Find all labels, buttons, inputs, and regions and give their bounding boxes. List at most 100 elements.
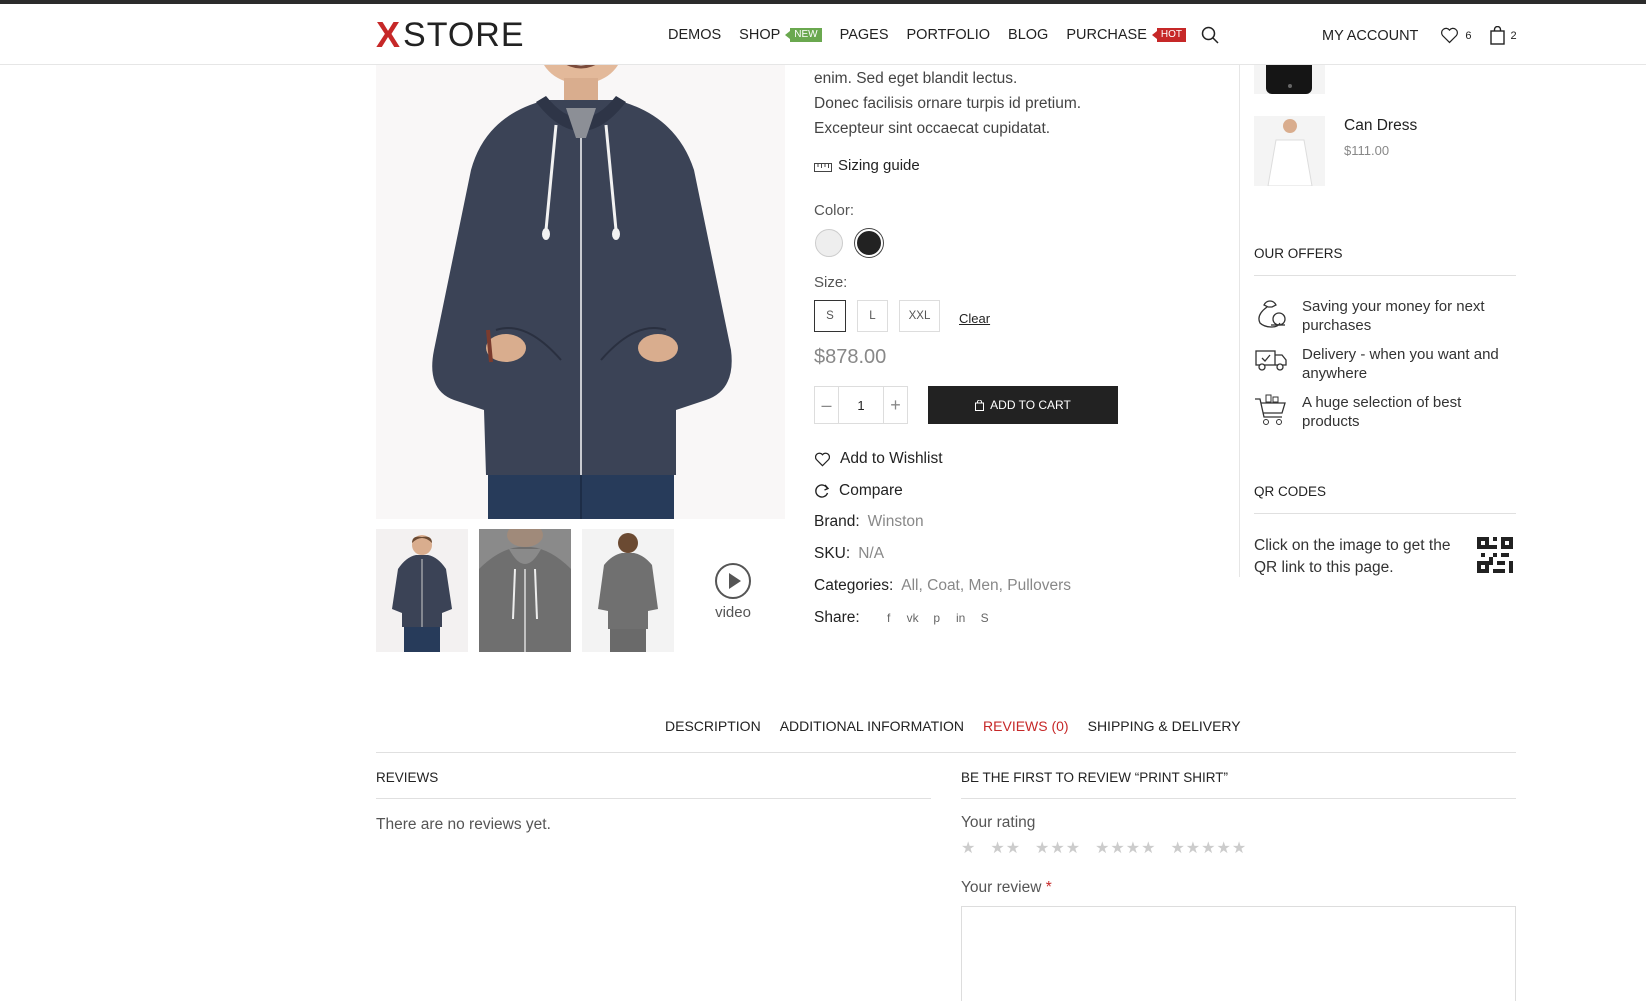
- size-option-l[interactable]: L: [857, 300, 888, 332]
- site-logo[interactable]: X STORE: [376, 14, 525, 55]
- sidebar-divider: [1239, 65, 1240, 577]
- desc-line: Excepteur sint occaecat cupidatat.: [814, 120, 1051, 137]
- play-icon: [715, 563, 751, 599]
- quantity-plus-button[interactable]: +: [883, 387, 907, 423]
- clear-selection-link[interactable]: Clear: [959, 311, 990, 326]
- required-mark: *: [1045, 879, 1052, 896]
- sidebar-product-image[interactable]: [1254, 116, 1325, 186]
- color-swatch-black[interactable]: [855, 229, 883, 257]
- qr-code-icon[interactable]: [1477, 537, 1513, 573]
- nav-item-pages[interactable]: Pages: [840, 27, 889, 43]
- nav-item-purchase[interactable]: Purchase HOT: [1066, 27, 1187, 43]
- tab-description[interactable]: DESCRIPTION: [665, 718, 761, 734]
- brand-label: Brand:: [814, 513, 860, 530]
- quantity-minus-button[interactable]: –: [815, 387, 839, 423]
- nav-item-portfolio[interactable]: Portfolio: [907, 27, 991, 43]
- nav-label: Blog: [1008, 27, 1049, 43]
- category-link[interactable]: Coat: [927, 577, 960, 595]
- product-tabs: DESCRIPTION ADDITIONAL INFORMATION REVIE…: [665, 718, 1260, 734]
- rating-label: Your rating: [961, 814, 1036, 831]
- video-label: video: [715, 604, 751, 621]
- tab-additional-information[interactable]: ADDITIONAL INFORMATION: [780, 718, 964, 734]
- thumbnail-front[interactable]: [376, 529, 468, 652]
- cart-button[interactable]: 2: [1489, 26, 1517, 45]
- heart-icon: [814, 452, 831, 467]
- tab-shipping-delivery[interactable]: SHIPPING & DELIVERY: [1088, 718, 1241, 734]
- qr-codes-heading: QR CODES: [1254, 484, 1327, 499]
- category-link[interactable]: Men: [969, 577, 999, 595]
- star-rating-selector: ★ ★★ ★★★ ★★★★ ★★★★★: [961, 838, 1261, 858]
- wishlist-label: Add to Wishlist: [840, 450, 943, 467]
- nav-item-demos[interactable]: Demos: [668, 27, 721, 43]
- offer-item: Saving your money for next purchases: [1254, 297, 1516, 335]
- sku-label: SKU:: [814, 545, 851, 562]
- tabs-divider: [376, 752, 1516, 753]
- desc-line: enim. Sed eget blandit lectus.: [814, 70, 1018, 87]
- heart-icon: [1441, 27, 1459, 44]
- brand-value[interactable]: Winston: [868, 513, 924, 531]
- vk-icon[interactable]: vk: [906, 611, 920, 625]
- ruler-icon: [814, 162, 832, 172]
- divider: [1254, 513, 1516, 514]
- rating-4-stars[interactable]: ★★★★: [1095, 838, 1156, 858]
- facebook-icon[interactable]: f: [882, 611, 896, 625]
- rating-3-stars[interactable]: ★★★: [1035, 838, 1081, 858]
- site-header: X STORE Demos Shop NEW Pages Portfolio Bl…: [0, 4, 1646, 65]
- add-to-cart-button[interactable]: ADD TO CART: [928, 386, 1118, 424]
- product-main-image[interactable]: [376, 30, 785, 519]
- category-link[interactable]: All: [901, 577, 918, 595]
- sku-row: SKU: N/A: [814, 545, 884, 563]
- review-textarea[interactable]: [961, 906, 1516, 1001]
- nav-item-blog[interactable]: Blog: [1008, 27, 1048, 43]
- size-option-xxl[interactable]: XXL: [899, 300, 940, 332]
- nav-label: Demos: [668, 27, 722, 43]
- wishlist-button[interactable]: 6: [1440, 27, 1472, 44]
- tab-reviews[interactable]: REVIEWS (0): [983, 718, 1069, 734]
- reviews-heading: REVIEWS: [376, 770, 439, 785]
- rating-1-star[interactable]: ★: [961, 838, 976, 858]
- thumbnail-detail[interactable]: [479, 529, 571, 652]
- hoodie-figure: [432, 30, 732, 519]
- desc-line: Donec facilisis ornare turpis id pretium…: [814, 95, 1082, 112]
- pinterest-icon[interactable]: p: [930, 611, 944, 625]
- offer-item: Delivery - when you want and anywhere: [1254, 345, 1516, 383]
- thumbnail-back[interactable]: [582, 529, 674, 652]
- search-icon[interactable]: [1200, 25, 1220, 45]
- my-account-link[interactable]: MY ACCOUNT: [1322, 28, 1418, 44]
- linkedin-icon[interactable]: in: [954, 611, 968, 625]
- add-to-cart-label: ADD TO CART: [990, 398, 1071, 412]
- compare-link[interactable]: Compare: [814, 482, 903, 500]
- video-button[interactable]: video: [712, 562, 754, 621]
- rating-2-stars[interactable]: ★★: [990, 838, 1021, 858]
- skype-icon[interactable]: S: [978, 611, 992, 625]
- quantity-input[interactable]: [839, 397, 883, 413]
- review-label-text: Your review: [961, 879, 1042, 896]
- header-actions: MY ACCOUNT 6 2: [1322, 26, 1535, 45]
- color-swatch-white[interactable]: [815, 229, 843, 257]
- offer-text: A huge selection of best products: [1302, 394, 1462, 430]
- offer-text: Delivery - when you want and anywhere: [1302, 346, 1499, 382]
- short-description: enim. Sed eget blandit lectus. Donec fac…: [814, 66, 1081, 141]
- divider: [961, 798, 1516, 799]
- new-badge: NEW: [785, 28, 822, 42]
- no-reviews-text: There are no reviews yet.: [376, 816, 551, 833]
- nav-label: Shop: [739, 27, 781, 43]
- sku-value: N/A: [858, 545, 885, 562]
- share-label: Share:: [814, 609, 860, 626]
- review-form-heading: BE THE FIRST TO REVIEW “PRINT SHIRT”: [961, 770, 1229, 785]
- size-option-s[interactable]: S: [814, 300, 846, 332]
- sizing-guide-link[interactable]: Sizing guide: [814, 157, 920, 174]
- categories-row: Categories: All, Coat, Men, Pullovers: [814, 577, 1072, 595]
- thumbnail-strip: [376, 529, 685, 652]
- cart-count: 2: [1510, 29, 1517, 42]
- category-link[interactable]: Pullovers: [1007, 577, 1071, 595]
- review-label: Your review *: [961, 879, 1052, 897]
- rating-5-stars[interactable]: ★★★★★: [1170, 838, 1247, 858]
- wishlist-count: 6: [1465, 29, 1472, 42]
- share-row: Share: f vk p in S: [814, 609, 992, 627]
- nav-label: Purchase: [1066, 27, 1147, 43]
- sidebar-product-price: $111.00: [1344, 143, 1390, 158]
- sidebar-product-name[interactable]: Can Dress: [1344, 117, 1417, 135]
- nav-item-shop[interactable]: Shop NEW: [739, 27, 822, 43]
- add-to-wishlist-link[interactable]: Add to Wishlist: [814, 450, 943, 468]
